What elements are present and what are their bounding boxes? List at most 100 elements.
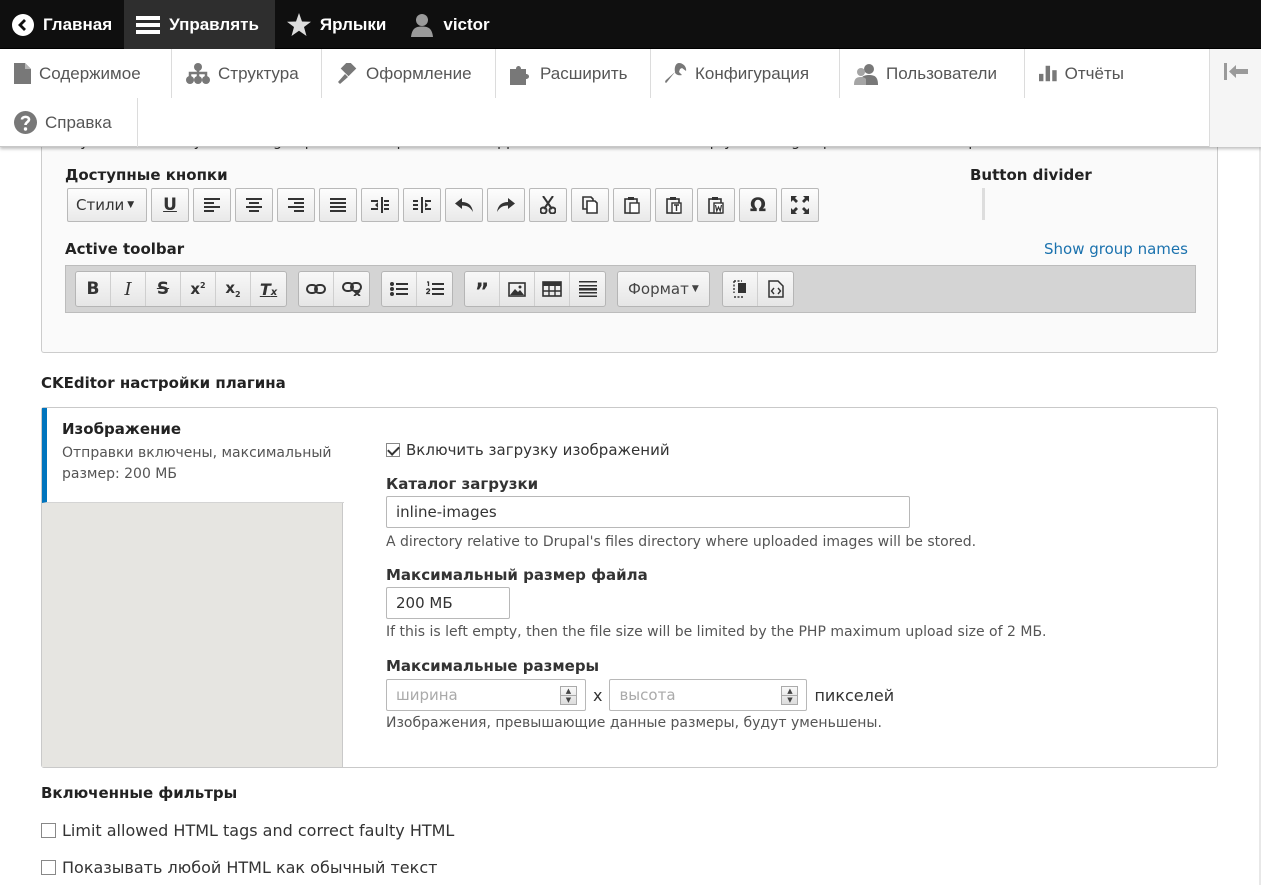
copy-button[interactable] xyxy=(571,188,609,222)
vertical-tab-image[interactable]: Изображение Отправки включены, максималь… xyxy=(42,408,344,503)
link-button[interactable] xyxy=(299,272,334,306)
bulleted-list-button[interactable] xyxy=(382,272,417,306)
strike-button[interactable]: S xyxy=(146,272,181,306)
numbered-list-button[interactable] xyxy=(417,272,452,306)
format-dropdown[interactable]: Формат ▼ xyxy=(618,272,709,306)
subscript-icon: x2 xyxy=(225,279,241,299)
align-center-button[interactable] xyxy=(235,188,273,222)
paste-text-icon xyxy=(666,197,682,214)
show-group-names-link[interactable]: Show group names xyxy=(1044,240,1188,258)
tray-item-people[interactable]: Пользователи xyxy=(840,49,1025,98)
source-icon xyxy=(767,280,784,298)
source-button[interactable] xyxy=(758,272,793,306)
paintbrush-icon xyxy=(338,62,357,84)
tray-item-reports[interactable]: Отчёты xyxy=(1025,49,1145,98)
paste-icon xyxy=(624,197,640,214)
indent-button[interactable] xyxy=(403,188,441,222)
unlink-button[interactable] xyxy=(334,272,369,306)
special-char-button[interactable]: Ω xyxy=(739,188,777,222)
tray-item-configuration[interactable]: Конфигурация xyxy=(651,49,840,98)
paste-button[interactable] xyxy=(613,188,651,222)
tray-orientation-toggle[interactable] xyxy=(1209,49,1261,147)
plugin-settings-title: CKEditor настройки плагина xyxy=(41,374,286,392)
tray-row: Содержимое Структура Оформление Расширит… xyxy=(0,49,1145,98)
align-center-icon xyxy=(246,198,262,212)
width-field: ▲▼ xyxy=(386,679,586,711)
height-input[interactable] xyxy=(610,680,807,710)
upload-dir-label: Каталог загрузки xyxy=(386,475,539,493)
tray-item-content[interactable]: Содержимое xyxy=(0,49,172,98)
show-blocks-icon xyxy=(733,280,746,298)
active-toolbar: B I S x2 x2 Tx ” Формат ▼ xyxy=(65,265,1196,313)
tray-item-structure[interactable]: Структура xyxy=(172,49,322,98)
italic-button[interactable]: I xyxy=(111,272,146,306)
tray-item-label: Содержимое xyxy=(39,63,141,83)
cut-button[interactable] xyxy=(529,188,567,222)
bold-icon: B xyxy=(86,279,100,299)
enable-uploads-checkbox[interactable] xyxy=(386,443,400,457)
vertical-tabs-nav: Изображение Отправки включены, максималь… xyxy=(42,408,344,767)
horizontal-rule-icon xyxy=(578,281,597,297)
width-spinner[interactable]: ▲ ▼ xyxy=(560,686,577,705)
paste-word-button[interactable] xyxy=(697,188,735,222)
underline-button[interactable]: U xyxy=(151,188,189,222)
maximize-button[interactable] xyxy=(781,188,819,222)
toolbar-group-formatting: B I S x2 x2 Tx xyxy=(75,271,287,307)
justify-button[interactable] xyxy=(319,188,357,222)
bulleted-list-icon xyxy=(390,282,408,296)
toolbar-shortcuts[interactable]: Ярлыки xyxy=(275,0,398,49)
filter-html-label[interactable]: Limit allowed HTML tags and correct faul… xyxy=(62,821,454,840)
tray-item-extend[interactable]: Расширить xyxy=(496,49,651,98)
tray-item-label: Отчёты xyxy=(1064,63,1124,83)
active-toolbar-label: Active toolbar xyxy=(65,240,185,258)
styles-button[interactable]: Стили ▼ xyxy=(67,188,147,222)
align-left-button[interactable] xyxy=(193,188,231,222)
align-right-button[interactable] xyxy=(277,188,315,222)
bold-button[interactable]: B xyxy=(76,272,111,306)
max-size-input[interactable]: 200 МБ xyxy=(386,587,510,619)
filter-plain-text-checkbox[interactable] xyxy=(41,860,56,875)
vertical-tab-summary: Отправки включены, максимальный размер: … xyxy=(62,445,332,482)
caret-down-icon: ▼ xyxy=(691,284,699,294)
blockquote-button[interactable]: ” xyxy=(465,272,500,306)
outdent-button[interactable] xyxy=(361,188,399,222)
redo-button[interactable] xyxy=(487,188,525,222)
available-buttons-label: Доступные кнопки xyxy=(65,166,228,184)
filter-html-checkbox[interactable] xyxy=(41,823,56,838)
height-spinner[interactable]: ▲ ▼ xyxy=(781,686,799,705)
button-divider[interactable] xyxy=(982,188,985,220)
tray-item-help[interactable]: Справка xyxy=(0,98,138,147)
undo-icon xyxy=(455,198,473,212)
image-button[interactable] xyxy=(500,272,535,306)
show-blocks-button[interactable] xyxy=(723,272,758,306)
toolbar-user[interactable]: victor xyxy=(398,0,501,49)
star-icon xyxy=(286,13,311,36)
spinner-down-icon: ▼ xyxy=(787,695,793,704)
file-icon xyxy=(14,63,31,84)
arrow-collapse-icon xyxy=(1223,63,1248,80)
redo-icon xyxy=(497,198,515,212)
toolbar-manage[interactable]: Управлять xyxy=(124,0,275,49)
enable-uploads-row: Включить загрузку изображений xyxy=(386,441,670,459)
toolbar-group-lists xyxy=(381,271,453,307)
tray-item-label: Пользователи xyxy=(886,63,997,83)
table-button[interactable] xyxy=(535,272,570,306)
tray-item-appearance[interactable]: Оформление xyxy=(322,49,496,98)
remove-format-button[interactable]: Tx xyxy=(251,272,286,306)
blockquote-icon: ” xyxy=(474,280,490,305)
toolbar-home[interactable]: Главная xyxy=(0,0,124,49)
undo-button[interactable] xyxy=(445,188,483,222)
admin-tray: Содержимое Структура Оформление Расширит… xyxy=(0,49,1261,147)
paste-text-button[interactable] xyxy=(655,188,693,222)
upload-dir-input[interactable]: inline-images xyxy=(386,496,910,528)
align-justify-icon xyxy=(330,198,346,212)
wrench-icon xyxy=(665,62,687,83)
spinner-up-icon: ▲ xyxy=(561,687,576,696)
horizontal-rule-button[interactable] xyxy=(570,272,605,306)
width-input[interactable] xyxy=(387,680,585,710)
superscript-button[interactable]: x2 xyxy=(181,272,216,306)
enable-uploads-label[interactable]: Включить загрузку изображений xyxy=(406,441,670,459)
filter-plain-text-label[interactable]: Показывать любой HTML как обычный текст xyxy=(62,858,437,877)
subscript-button[interactable]: x2 xyxy=(216,272,251,306)
paste-word-icon xyxy=(708,197,724,214)
